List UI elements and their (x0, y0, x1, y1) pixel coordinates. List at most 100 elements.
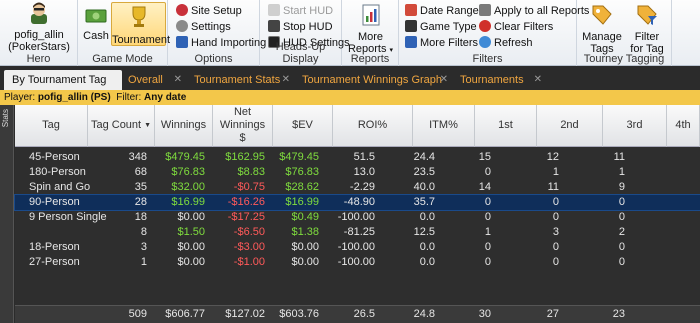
table-row[interactable]: 9 Person Single 18 $0.00 -$17.25 $0.49 -100.0… (15, 210, 700, 225)
reports-group-label: Reports (350, 53, 390, 65)
tab-label: Tournaments (460, 74, 524, 86)
column-header[interactable]: $EV (273, 105, 333, 147)
column-header[interactable]: 2nd (537, 105, 603, 147)
tab-tournament-stats[interactable]: Tournament Stats ✕ (186, 70, 290, 90)
tag-filter-icon (637, 5, 657, 25)
tab-tournament-winnings-graph[interactable]: Tournament Winnings Graph ✕ (294, 70, 448, 90)
settings-button[interactable]: Settings (176, 19, 231, 35)
column-header-label: 1st (498, 119, 513, 131)
more-reports-button[interactable]: More Reports ▾ (345, 4, 396, 57)
gear-icon (176, 20, 188, 32)
site-setup-button[interactable]: Site Setup (176, 3, 242, 19)
table-row[interactable]: 90-Person 28 $16.99 -$16.26 $16.99 -48.90 35.7… (14, 194, 700, 211)
tournament-button[interactable]: Tournament (111, 2, 170, 46)
active-filter-bar: Player: pofig_allin (PS) Filter: Any dat… (0, 90, 700, 105)
clear-filters-button[interactable]: Clear Filters (479, 19, 553, 35)
game-type-label: Game Type (420, 21, 477, 33)
reports-group: More Reports ▾ Reports (342, 0, 399, 66)
column-header[interactable]: Net Winnings $ (213, 105, 273, 147)
cash-button[interactable]: Cash (81, 7, 111, 42)
player-filter-value: pofig_allin (PS) (37, 92, 111, 103)
table-cell: 9 (618, 181, 625, 193)
close-icon[interactable]: ✕ (440, 70, 448, 90)
table-row[interactable]: 27-Person 1 $0.00 -$1.00 $0.00 -100.00 0.0 0 0 0 (15, 255, 700, 270)
column-header-label: Tag (42, 119, 60, 131)
tab-by-tournament-tag[interactable]: By Tournament Tag (4, 70, 122, 90)
filter-icon (405, 36, 417, 48)
table-cell: 23 (612, 308, 625, 320)
close-icon[interactable]: ✕ (534, 70, 542, 90)
date-range-button[interactable]: Date Range ▾ (405, 3, 485, 19)
more-filters-button[interactable]: More Filters (405, 35, 478, 51)
filters-group: Date Range ▾ Game Type ▾ More Filters Ap… (399, 0, 589, 66)
more-reports-label-1: More (357, 31, 384, 43)
hero-group: pofig_allin (PokerStars) Hero (0, 0, 78, 66)
refresh-button[interactable]: Refresh (479, 35, 533, 51)
table-row[interactable]: 180-Person 68 $76.83 $8.83 $76.83 13.0 23.5 0 1 1 (15, 165, 700, 180)
options-group: Site Setup Settings Hand Importing Optio… (168, 0, 266, 66)
stats-side-label: Stats (1, 109, 10, 128)
table-cell: 0 (618, 241, 625, 253)
table-row[interactable]: 45-Person 348 $479.45 $162.95 $479.45 51.5 24.… (15, 150, 700, 165)
hero-group-label: Hero (26, 53, 51, 65)
game-type-button[interactable]: Game Type ▾ (405, 19, 483, 35)
hero-site: (PokerStars) (8, 41, 70, 53)
hand-importing-button[interactable]: Hand Importing (176, 35, 266, 51)
column-header[interactable]: Winnings (155, 105, 213, 147)
filters-group-label: Filters (472, 53, 503, 65)
tourney-tagging-group-label: Tourney Tagging (583, 53, 665, 65)
manage-tags-label-1: Manage (582, 31, 622, 43)
hero-selector[interactable]: pofig_allin (PokerStars) (4, 2, 74, 53)
column-header[interactable]: 3rd (603, 105, 667, 147)
site-setup-icon (176, 4, 188, 16)
tab-overall[interactable]: Overall ✕ (120, 70, 182, 90)
table-row[interactable]: 18-Person 3 $0.00 -$3.00 $0.00 -100.00 0.0 0 0 0 (15, 240, 700, 255)
calendar-icon (405, 4, 417, 16)
cards-icon (405, 20, 417, 32)
apply-all-label: Apply to all Reports (494, 5, 590, 17)
filter-for-tag-label-1: Filter (634, 31, 660, 43)
tab-label: Tournament Stats (194, 74, 281, 86)
column-header[interactable]: 4th (667, 105, 700, 147)
stats-side-panel[interactable]: Stats (0, 105, 14, 323)
column-header-label: ROI% (357, 119, 388, 131)
tab-tournaments[interactable]: Tournaments ✕ (452, 70, 542, 90)
hud-group: Start HUD Stop HUD HUD Settings Heads-Up… (260, 0, 350, 66)
manage-tags-button[interactable]: Manage Tags (581, 4, 623, 55)
stop-icon (268, 20, 280, 32)
start-hud-button[interactable]: Start HUD (268, 3, 333, 19)
tourney-tagging-group: Manage Tags Filter for Tag Tourney Taggi… (577, 0, 672, 66)
column-header[interactable]: ITM% (413, 105, 475, 147)
stop-hud-label: Stop HUD (283, 21, 333, 33)
table-cell: 1 (618, 166, 625, 178)
tab-label: Overall (128, 74, 163, 86)
apply-all-reports-button[interactable]: Apply to all Reports (479, 3, 589, 19)
column-header-label: 4th (675, 119, 691, 131)
cash-label: Cash (83, 30, 109, 42)
totals-row: 509 $606.77 $127.02 $603.76 26.5 24.8 30 27 23 (15, 305, 700, 323)
column-header[interactable]: Tag (15, 105, 88, 147)
start-hud-label: Start HUD (283, 5, 334, 17)
filter-for-tag-button[interactable]: Filter for Tag (625, 4, 669, 55)
hero-player-name: pofig_allin (14, 29, 64, 41)
table-row[interactable]: 8 $1.50 -$6.50 $1.38 -81.25 12.5 1 3 2 (15, 225, 700, 240)
stop-hud-button[interactable]: Stop HUD (268, 19, 333, 35)
column-header[interactable]: ROI% (333, 105, 413, 147)
column-header-label: Net Winnings $ (219, 106, 266, 144)
date-filter-value: Any date (144, 92, 187, 103)
import-icon (176, 36, 188, 48)
settings-label: Settings (191, 21, 231, 33)
tag-icon (592, 5, 612, 25)
play-icon (268, 4, 280, 16)
report-tabs: By Tournament Tag Overall ✕ Tournament St… (0, 66, 700, 90)
close-icon[interactable]: ✕ (282, 70, 290, 90)
hud-group-label: Heads-Up Display (275, 41, 326, 65)
column-header-label: $EV (292, 119, 313, 131)
table-cell: 2 (618, 226, 625, 238)
column-header[interactable]: 1st (475, 105, 537, 147)
options-group-label: Options (194, 53, 233, 65)
close-icon[interactable]: ✕ (174, 70, 182, 90)
tab-label: By Tournament Tag (12, 74, 107, 86)
table-row[interactable]: Spin and Go 35 $32.00 -$0.75 $28.62 -2.29 40.0… (15, 180, 700, 195)
column-header[interactable]: Tag Count ▼ (88, 105, 155, 147)
